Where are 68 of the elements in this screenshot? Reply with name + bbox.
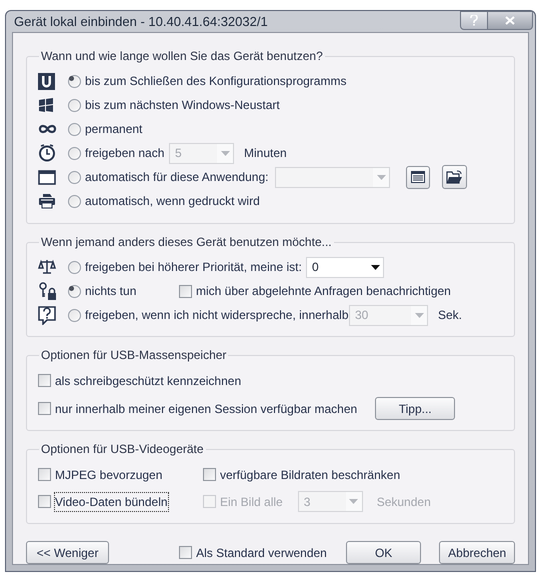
list-button[interactable] <box>406 166 430 188</box>
checkbox[interactable] <box>38 495 51 508</box>
radio-label: nichts tun <box>85 283 138 300</box>
open-folder-button[interactable] <box>442 165 467 189</box>
caret-icon <box>376 174 386 180</box>
help-button[interactable] <box>460 11 488 30</box>
group-title: Optionen für USB-Massenspeicher <box>40 347 228 364</box>
radio-button[interactable] <box>68 260 81 274</box>
caret-icon <box>414 312 424 318</box>
checkbox[interactable] <box>203 468 216 481</box>
close-button[interactable] <box>488 11 533 30</box>
unit-label: Minuten <box>244 145 287 162</box>
radio-label: freigeben nach <box>85 145 166 162</box>
group-title: Optionen für USB-Videogeräte <box>40 441 205 458</box>
radio-label: freigeben bei höherer Priorität, meine ist: <box>85 259 303 276</box>
help-icon <box>470 15 478 26</box>
checkbox-label: nur innerhalb meiner eigenen Session verfügbar machen <box>55 400 358 418</box>
checkbox[interactable] <box>179 546 192 559</box>
radio-label: automatisch für diese Anwendung: <box>85 169 270 186</box>
checkbox[interactable] <box>179 284 192 298</box>
radio-label: automatisch, wenn gedruckt wird <box>85 193 260 210</box>
radio-label: bis zum nächsten Windows-Neustart <box>85 97 280 114</box>
list-icon <box>411 171 425 183</box>
radio-label: freigeben, wenn ich nicht widerspreche, innerhalb <box>85 307 349 324</box>
group-title: Wenn jemand anders dieses Gerät benutzen möchte... <box>40 234 333 251</box>
caret-icon <box>220 150 230 156</box>
radio-button[interactable] <box>68 122 81 136</box>
unit-label: Sekunden <box>376 494 431 510</box>
checkbox[interactable] <box>38 374 51 387</box>
windows-flag-icon <box>38 98 55 112</box>
checkbox-label: verfügbare Bildraten beschränken <box>220 466 400 484</box>
checkbox[interactable] <box>38 402 51 415</box>
checkbox-label: als schreibgeschützt kennzeichnen <box>55 372 242 390</box>
checkbox-label: mich über abgelehnte Anfragen benachrichtigen <box>196 283 451 300</box>
checkbox-label: MJPEG bevorzugen <box>55 466 162 484</box>
cancel-button[interactable]: Abbrechen <box>439 541 515 564</box>
infinity-icon <box>38 124 57 134</box>
radio-button[interactable] <box>68 194 81 208</box>
tip-button[interactable]: Tipp... <box>375 397 456 420</box>
caret-icon <box>370 264 380 270</box>
clock-icon <box>38 144 56 162</box>
radio-button[interactable] <box>68 74 81 88</box>
radio-label: bis zum Schließen des Konfigurationsprogramms <box>85 73 346 90</box>
window-title: Gerät lokal einbinden - 10.40.41.64:32032/1 <box>14 12 268 31</box>
caret-icon <box>349 499 358 504</box>
u-icon <box>38 72 55 90</box>
question-bubble-icon <box>38 306 56 324</box>
radio-button[interactable] <box>68 98 81 112</box>
close-icon <box>505 16 515 25</box>
checkbox-label: Video-Daten bündeln <box>55 492 168 510</box>
key-lock-icon <box>38 282 58 300</box>
scales-icon <box>38 259 56 275</box>
radio-button[interactable] <box>68 284 81 298</box>
printer-icon <box>38 193 56 209</box>
checkbox-label: Ein Bild alle <box>220 494 283 510</box>
radio-button[interactable] <box>68 308 81 322</box>
unit-label: Sek. <box>438 307 462 324</box>
radio-label: permanent <box>85 121 142 138</box>
checkbox[interactable] <box>38 468 51 481</box>
folder-icon <box>446 170 463 184</box>
radio-button[interactable] <box>68 146 81 160</box>
checkbox-label: Als Standard verwenden <box>196 544 327 562</box>
dropdown[interactable]: 0 <box>306 256 384 278</box>
window-icon <box>38 170 56 184</box>
radio-button[interactable] <box>68 170 81 184</box>
less-button[interactable]: << Weniger <box>26 541 110 564</box>
ok-button[interactable]: OK <box>346 541 422 564</box>
group-title: Wann und wie lange wollen Sie das Gerät benutzen? <box>40 48 324 65</box>
